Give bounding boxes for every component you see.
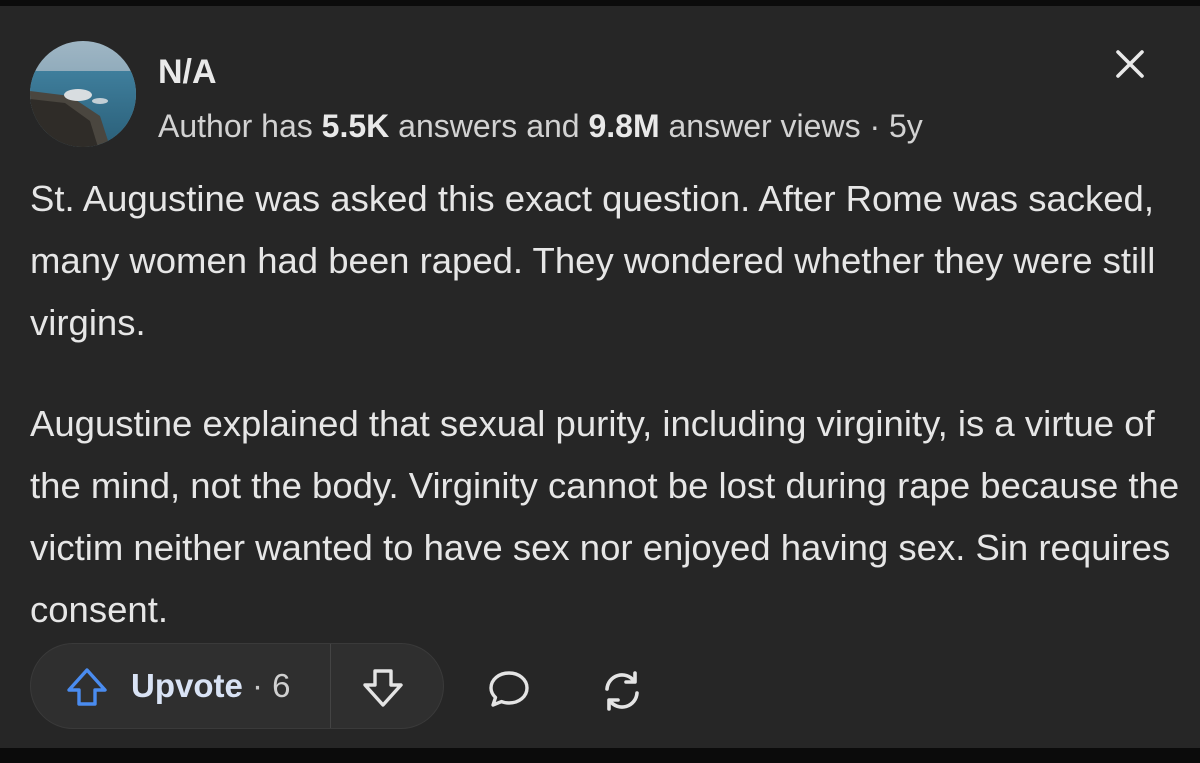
upvote-text: Upvote · 6 — [131, 664, 291, 708]
views-count: 9.8M — [588, 108, 660, 144]
upvote-separator: · — [242, 667, 273, 704]
upvote-button[interactable]: Upvote · 6 — [31, 644, 331, 728]
avatar-photo — [30, 41, 136, 147]
comment-button[interactable] — [485, 665, 533, 713]
answer-paragraph-2: Augustine explained that sexual purity, … — [30, 403, 1180, 630]
upvote-label: Upvote — [131, 667, 243, 704]
upvote-count: 6 — [272, 667, 291, 704]
answers-count: 5.5K — [321, 108, 390, 144]
answer-body: St. Augustine was asked this exact quest… — [30, 168, 1180, 680]
close-icon — [1116, 50, 1144, 78]
vote-pill: Upvote · 6 — [30, 643, 444, 729]
arrow-up-icon — [67, 668, 107, 706]
avatar[interactable] — [30, 41, 136, 147]
meta-prefix: Author has — [158, 108, 322, 144]
author-name[interactable]: N/A — [158, 50, 217, 94]
answers-text: answers and — [389, 108, 589, 144]
answer-card: N/A Author has 5.5K answers and 9.8M ans… — [0, 6, 1200, 748]
comment-icon — [489, 671, 529, 707]
answer-paragraph-1: St. Augustine was asked this exact quest… — [30, 178, 1156, 343]
arrow-down-icon — [363, 669, 403, 707]
share-icon — [605, 671, 639, 711]
downvote-button[interactable] — [331, 644, 443, 728]
author-credentials: Author has 5.5K answers and 9.8M answer … — [158, 104, 923, 148]
share-button[interactable] — [596, 665, 648, 717]
close-button[interactable] — [1106, 40, 1154, 88]
views-text: answer views · 5y — [659, 108, 923, 144]
